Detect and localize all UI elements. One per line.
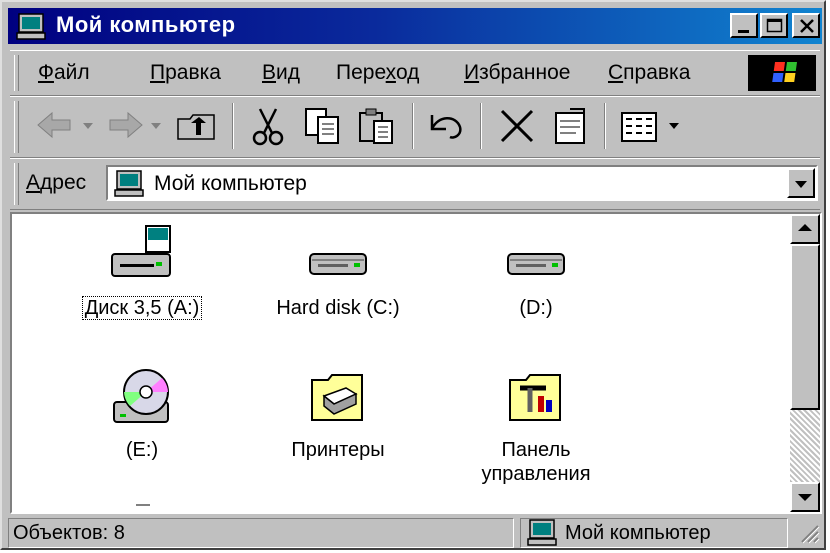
my-computer-icon bbox=[16, 13, 46, 46]
maximize-icon bbox=[766, 18, 783, 33]
arrow-up-icon bbox=[798, 224, 812, 231]
menu-go[interactable]: Переход bbox=[336, 61, 419, 85]
standard-toolbar bbox=[10, 96, 820, 158]
delete-button[interactable] bbox=[494, 105, 540, 147]
close-button[interactable] bbox=[792, 13, 820, 38]
hard-disk-icon bbox=[248, 224, 428, 286]
scroll-down-button[interactable] bbox=[790, 482, 820, 512]
floppy-drive-icon bbox=[52, 224, 232, 286]
vertical-scrollbar[interactable] bbox=[790, 214, 820, 512]
back-dropdown-button[interactable] bbox=[80, 105, 96, 145]
toolbar-separator bbox=[412, 103, 414, 149]
status-bar: Объектов: 8 Мой компьютер bbox=[8, 518, 822, 548]
status-panel-location: Мой компьютер bbox=[520, 518, 788, 548]
menu-file[interactable]: Файл bbox=[38, 61, 90, 85]
up-folder-button[interactable] bbox=[174, 105, 220, 145]
printers-folder-icon bbox=[248, 366, 428, 428]
drive-label: Диск 3,5 (A:) bbox=[81, 296, 203, 320]
status-location: Мой компьютер bbox=[565, 522, 711, 544]
drive-label: (D:) bbox=[519, 297, 553, 319]
menu-favorites[interactable]: Избранное bbox=[464, 61, 570, 85]
menu-view[interactable]: Вид bbox=[262, 61, 300, 85]
minimize-icon bbox=[738, 30, 749, 33]
cut-button[interactable] bbox=[246, 105, 292, 147]
chevron-down-icon bbox=[795, 181, 807, 188]
object-count: Объектов: 8 bbox=[13, 522, 125, 544]
cd-drive-icon bbox=[52, 366, 232, 428]
views-button[interactable] bbox=[616, 105, 662, 147]
address-label: Адрес bbox=[26, 171, 87, 194]
hard-disk-icon bbox=[446, 224, 626, 286]
my-computer-icon bbox=[114, 170, 144, 203]
drive-label: (E:) bbox=[125, 439, 159, 461]
address-grip[interactable] bbox=[14, 163, 19, 205]
scroll-up-button[interactable] bbox=[790, 214, 820, 244]
resize-grip-icon[interactable] bbox=[798, 522, 820, 544]
address-bar: Адрес Мой компьютер bbox=[10, 158, 820, 210]
title-bar[interactable]: Мой компьютер bbox=[8, 8, 822, 44]
paste-button[interactable] bbox=[354, 105, 400, 147]
window-title: Мой компьютер bbox=[56, 12, 236, 37]
status-panel-objects: Объектов: 8 bbox=[8, 518, 514, 548]
windows-logo-icon bbox=[748, 55, 816, 91]
address-value[interactable]: Мой компьютер bbox=[154, 172, 307, 196]
copy-button[interactable] bbox=[300, 105, 346, 147]
address-dropdown-button[interactable] bbox=[787, 168, 815, 198]
scroll-track[interactable] bbox=[790, 410, 820, 482]
explorer-window: Мой компьютер Файл Правка Вид Переход Из… bbox=[0, 0, 826, 550]
folder-label: Панель управления bbox=[481, 439, 591, 485]
drive-label: Hard disk (C:) bbox=[276, 297, 400, 319]
folder-label: Принтеры bbox=[291, 439, 385, 461]
file-view: Диск 3,5 (A:) Hard disk (C:) (D:) (E:) П… bbox=[10, 212, 822, 514]
arrow-down-icon bbox=[798, 494, 812, 501]
toolbar-separator bbox=[604, 103, 606, 149]
my-computer-icon bbox=[527, 519, 557, 553]
menu-bar: Файл Правка Вид Переход Избранное Справк… bbox=[10, 50, 820, 96]
control-panel-folder-icon bbox=[446, 366, 626, 428]
minimize-button[interactable] bbox=[730, 13, 758, 38]
properties-button[interactable] bbox=[548, 105, 594, 147]
toolbar-separator bbox=[232, 103, 234, 149]
toolbar-grip[interactable] bbox=[14, 101, 19, 153]
close-icon bbox=[800, 19, 814, 33]
menu-help[interactable]: Справка bbox=[608, 61, 690, 85]
address-field[interactable]: Мой компьютер bbox=[106, 165, 818, 201]
toolbar-separator bbox=[480, 103, 482, 149]
forward-button[interactable] bbox=[102, 105, 146, 145]
undo-button[interactable] bbox=[424, 105, 470, 147]
menu-grip[interactable] bbox=[14, 55, 19, 91]
partial-item bbox=[136, 504, 150, 506]
scroll-thumb[interactable] bbox=[790, 244, 820, 410]
forward-dropdown-button[interactable] bbox=[148, 105, 164, 145]
back-button[interactable] bbox=[34, 105, 78, 145]
views-dropdown-button[interactable] bbox=[666, 105, 682, 145]
maximize-button[interactable] bbox=[760, 13, 788, 38]
menu-edit[interactable]: Правка bbox=[150, 61, 221, 85]
